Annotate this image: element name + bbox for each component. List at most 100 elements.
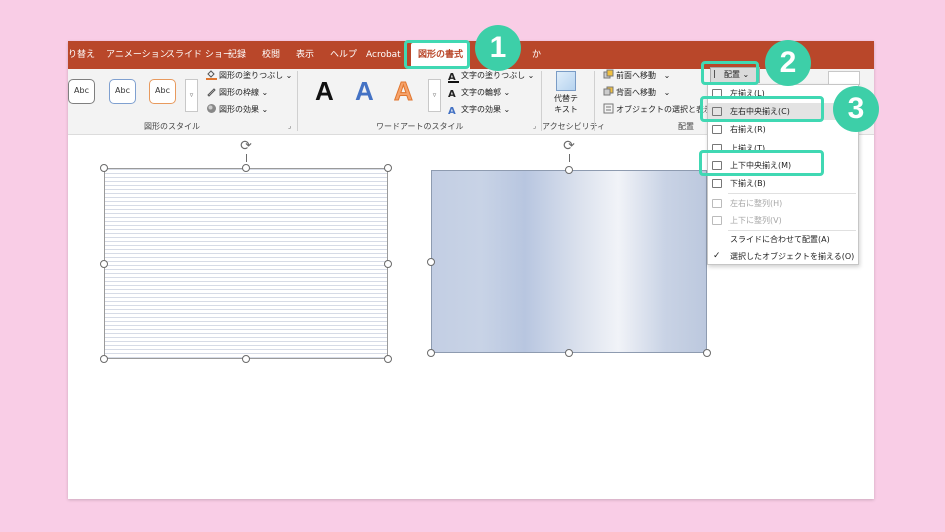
tab-acrobat[interactable]: Acrobat bbox=[366, 41, 401, 69]
menu-align-to-slide[interactable]: スライドに合わせて配置(A) bbox=[708, 231, 858, 248]
menu-align-bottom[interactable]: 下揃え(B) bbox=[708, 175, 858, 192]
bring-forward-label: 前面へ移動 bbox=[616, 71, 656, 80]
selection-pane-button[interactable]: オブジェクトの選択と表示 bbox=[603, 103, 712, 117]
resize-handle[interactable] bbox=[242, 355, 250, 363]
send-backward-label: 背面へ移動 bbox=[616, 88, 656, 97]
shape-styles-launcher[interactable]: ⌟ bbox=[288, 122, 291, 130]
alt-text-label-1: 代替テ bbox=[554, 94, 578, 103]
selection-pane-icon bbox=[603, 103, 614, 114]
menu-label: 下揃え(B) bbox=[730, 179, 766, 188]
shape-styles-group-label: 図形のスタイル bbox=[144, 122, 200, 131]
callout-badge-1: 1 bbox=[475, 25, 521, 71]
group-separator bbox=[297, 71, 298, 131]
resize-handle[interactable] bbox=[427, 258, 435, 266]
shape-outline-button[interactable]: 図形の枠線 ⌄ bbox=[206, 86, 268, 100]
shape-fill-label: 図形の塗りつぶし bbox=[219, 71, 284, 80]
resize-handle[interactable] bbox=[100, 355, 108, 363]
align-right-icon bbox=[712, 125, 722, 134]
menu-label: 上下に整列(V) bbox=[730, 216, 782, 225]
text-fill-icon: A bbox=[448, 72, 459, 83]
tab-partial[interactable]: か bbox=[532, 41, 541, 69]
text-outline-button[interactable]: A 文字の輪郭 ⌄ bbox=[448, 86, 510, 100]
text-effects-button[interactable]: A 文字の効果 ⌄ bbox=[448, 103, 510, 117]
bring-forward-button[interactable]: 前面へ移動 ⌄ bbox=[603, 69, 670, 83]
menu-separator bbox=[728, 193, 856, 194]
accessibility-group-label: アクセシビリティ bbox=[542, 122, 606, 131]
shape-effects-label: 図形の効果 bbox=[219, 105, 259, 114]
fill-bucket-icon bbox=[206, 70, 217, 80]
arrange-group-label: 配置 bbox=[678, 122, 694, 131]
bring-forward-icon bbox=[603, 69, 614, 79]
callout-highlight-3 bbox=[700, 96, 824, 122]
menu-label: スライドに合わせて配置(A) bbox=[730, 235, 830, 244]
wordart-more-button[interactable]: ▿ bbox=[428, 79, 441, 112]
text-effects-icon: A bbox=[448, 106, 456, 117]
size-field[interactable] bbox=[828, 71, 860, 85]
shape-fill-button[interactable]: 図形の塗りつぶし ⌄ bbox=[206, 69, 292, 83]
tab-help[interactable]: ヘルプ bbox=[330, 41, 357, 69]
shape-outline-label: 図形の枠線 bbox=[219, 88, 259, 97]
wordart-style-blue[interactable]: A bbox=[355, 76, 374, 106]
checkmark-icon: ✓ bbox=[713, 251, 721, 261]
shape-style-thumb-3[interactable]: Abc bbox=[149, 79, 176, 104]
resize-handle[interactable] bbox=[100, 164, 108, 172]
rotate-handle-icon[interactable]: ⟳ bbox=[238, 138, 254, 154]
pen-outline-icon bbox=[207, 88, 216, 97]
callout-highlight-1 bbox=[404, 40, 470, 69]
selection-pane-label: オブジェクトの選択と表示 bbox=[616, 105, 712, 114]
tab-transitions[interactable]: り替え bbox=[68, 41, 95, 69]
striped-rectangle-shape[interactable] bbox=[104, 168, 388, 359]
menu-distribute-horizontal: 左右に整列(H) bbox=[708, 195, 858, 212]
effects-icon bbox=[207, 104, 216, 113]
resize-handle[interactable] bbox=[100, 260, 108, 268]
rotate-handle-icon[interactable]: ⟳ bbox=[561, 138, 577, 154]
menu-distribute-vertical: 上下に整列(V) bbox=[708, 212, 858, 229]
resize-handle[interactable] bbox=[384, 260, 392, 268]
callout-highlight-4 bbox=[699, 150, 824, 176]
send-backward-icon bbox=[603, 86, 614, 96]
resize-handle[interactable] bbox=[565, 166, 573, 174]
tab-view[interactable]: 表示 bbox=[296, 41, 314, 69]
shape-style-thumb-1[interactable]: Abc bbox=[68, 79, 95, 104]
wordart-group-label: ワードアートのスタイル bbox=[376, 122, 464, 131]
resize-handle[interactable] bbox=[565, 349, 573, 357]
gradient-rectangle-shape[interactable] bbox=[431, 170, 707, 353]
menu-label: 選択したオブジェクトを揃える(O) bbox=[730, 252, 855, 261]
rotate-handle-stem bbox=[246, 154, 247, 162]
alt-text-button[interactable]: 代替テ キスト bbox=[549, 71, 583, 115]
menu-align-selected[interactable]: ✓ 選択したオブジェクトを揃える(O) bbox=[708, 248, 858, 265]
text-outline-label: 文字の輪郭 bbox=[461, 88, 501, 97]
picture-icon bbox=[556, 71, 576, 91]
tab-review[interactable]: 校閲 bbox=[262, 41, 280, 69]
text-fill-label: 文字の塗りつぶし bbox=[461, 71, 526, 80]
alt-text-label-2: キスト bbox=[554, 105, 578, 114]
callout-highlight-2 bbox=[701, 61, 759, 85]
align-bottom-icon bbox=[712, 179, 722, 188]
tab-slideshow[interactable]: スライド ショー bbox=[166, 41, 232, 69]
resize-handle[interactable] bbox=[427, 349, 435, 357]
resize-handle[interactable] bbox=[703, 349, 711, 357]
wordart-style-plain[interactable]: A bbox=[315, 76, 334, 106]
rotate-handle-stem bbox=[569, 154, 570, 162]
shape-style-more-button[interactable]: ▿ bbox=[185, 79, 198, 112]
shape-style-thumb-2[interactable]: Abc bbox=[109, 79, 136, 104]
tab-record[interactable]: 記録 bbox=[228, 41, 246, 69]
wordart-launcher[interactable]: ⌟ bbox=[533, 122, 536, 130]
text-fill-button[interactable]: A 文字の塗りつぶし ⌄ bbox=[448, 69, 534, 83]
resize-handle[interactable] bbox=[242, 164, 250, 172]
menu-label: 左右に整列(H) bbox=[730, 199, 783, 208]
callout-badge-3: 3 bbox=[833, 86, 879, 132]
distribute-horizontal-icon bbox=[712, 199, 722, 208]
resize-handle[interactable] bbox=[384, 355, 392, 363]
menu-align-right[interactable]: 右揃え(R) bbox=[708, 121, 858, 138]
send-backward-button[interactable]: 背面へ移動 ⌄ bbox=[603, 86, 670, 100]
distribute-vertical-icon bbox=[712, 216, 722, 225]
tab-animations[interactable]: アニメーション bbox=[106, 41, 169, 69]
group-separator bbox=[594, 71, 595, 131]
resize-handle[interactable] bbox=[384, 164, 392, 172]
shape-effects-button[interactable]: 図形の効果 ⌄ bbox=[206, 103, 268, 117]
callout-badge-2: 2 bbox=[765, 40, 811, 86]
menu-label: 右揃え(R) bbox=[730, 125, 766, 134]
text-outline-icon: A bbox=[448, 89, 456, 100]
wordart-style-orange[interactable]: A bbox=[394, 76, 414, 107]
